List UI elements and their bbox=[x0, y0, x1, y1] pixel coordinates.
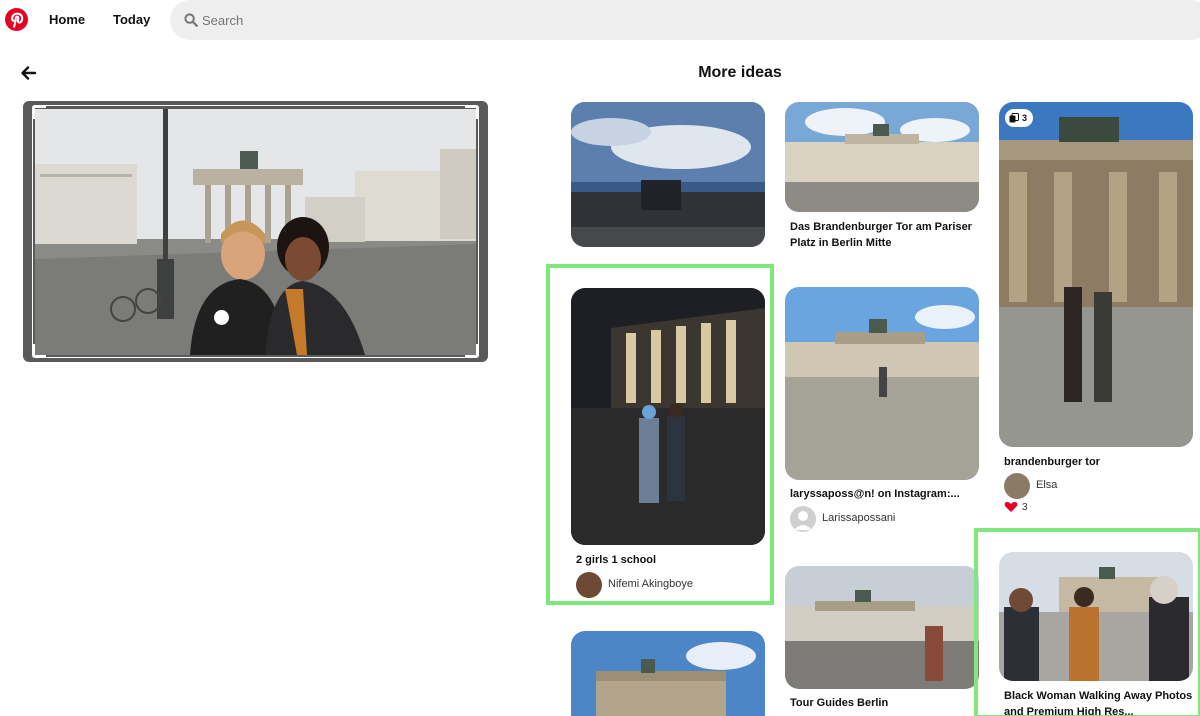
crop-handle-bottom-left[interactable] bbox=[32, 344, 46, 358]
pin-title: brandenburger tor bbox=[1004, 456, 1100, 468]
crop-handle-top-left[interactable] bbox=[32, 105, 46, 119]
pin-title: 2 girls 1 school bbox=[576, 554, 657, 566]
crop-edge-left[interactable] bbox=[32, 119, 33, 344]
pin-image bbox=[785, 287, 979, 480]
pin-title: Das Brandenburger Tor am Pariser Platz i… bbox=[790, 221, 972, 249]
brandenburg-gate-photo bbox=[35, 109, 476, 355]
more-ideas-heading: More ideas bbox=[698, 64, 782, 81]
pin-card[interactable]: laryssaposs@n! on Instagram:... Larissap… bbox=[785, 287, 979, 535]
pin-creator[interactable]: Elsa bbox=[1004, 473, 1194, 499]
pin-card[interactable] bbox=[571, 631, 765, 716]
pin-image bbox=[571, 102, 765, 247]
pin-title: Tour Guides Berlin bbox=[790, 697, 889, 709]
pin-card[interactable] bbox=[571, 102, 765, 247]
pin-image bbox=[571, 631, 765, 716]
pin-title: laryssaposs@n! on Instagram:... bbox=[790, 488, 960, 500]
nav-home-link[interactable]: Home bbox=[49, 12, 85, 27]
pin-creator[interactable]: Larissapossani bbox=[790, 506, 980, 532]
pin-card[interactable]: Das Brandenburger Tor am Pariser Platz i… bbox=[785, 102, 979, 252]
creator-name: Nifemi Akingboye bbox=[608, 578, 693, 590]
crop-edge-right[interactable] bbox=[478, 119, 479, 344]
pin-image bbox=[571, 288, 765, 545]
search-input[interactable] bbox=[202, 0, 1102, 40]
visual-search-image[interactable] bbox=[23, 101, 488, 362]
pin-card[interactable]: Tour Guides Berlin bbox=[785, 566, 979, 716]
visual-search-dot[interactable] bbox=[214, 310, 229, 325]
pin-image bbox=[999, 552, 1193, 681]
pin-card[interactable]: 3 brandenburger tor Elsa 3 bbox=[999, 102, 1193, 517]
pin-image bbox=[785, 102, 979, 212]
pinterest-logo-icon[interactable] bbox=[5, 8, 28, 31]
pin-image bbox=[999, 102, 1193, 447]
stack-icon bbox=[1009, 113, 1019, 123]
reaction-count-value: 3 bbox=[1022, 501, 1028, 513]
crop-edge-bottom[interactable] bbox=[45, 357, 466, 358]
crop-handle-top-right[interactable] bbox=[465, 105, 479, 119]
search-icon bbox=[184, 13, 198, 27]
pin-card[interactable]: Black Woman Walking Away Photos and Prem… bbox=[999, 552, 1193, 716]
top-nav-bar: Home Today bbox=[0, 0, 1200, 40]
creator-name: Larissapossani bbox=[822, 512, 896, 524]
back-arrow-icon[interactable] bbox=[19, 63, 39, 83]
board-count-badge: 3 bbox=[1005, 109, 1034, 127]
heart-icon bbox=[1004, 502, 1018, 512]
avatar bbox=[790, 506, 816, 532]
creator-name: Elsa bbox=[1036, 479, 1058, 491]
avatar bbox=[1004, 473, 1030, 499]
reaction-count: 3 bbox=[1004, 501, 1028, 513]
pin-creator[interactable]: Nifemi Akingboye bbox=[576, 572, 766, 598]
pin-title: Black Woman Walking Away Photos and Prem… bbox=[1004, 690, 1193, 716]
avatar bbox=[576, 572, 602, 598]
search-bar[interactable] bbox=[170, 0, 1200, 40]
nav-today-link[interactable]: Today bbox=[113, 12, 150, 27]
default-avatar-icon bbox=[794, 511, 812, 530]
pin-card[interactable]: 2 girls 1 school Nifemi Akingboye bbox=[571, 288, 765, 602]
board-count: 3 bbox=[1022, 113, 1028, 123]
crop-edge-top[interactable] bbox=[45, 105, 466, 106]
crop-handle-bottom-right[interactable] bbox=[465, 344, 479, 358]
pin-image bbox=[785, 566, 979, 689]
